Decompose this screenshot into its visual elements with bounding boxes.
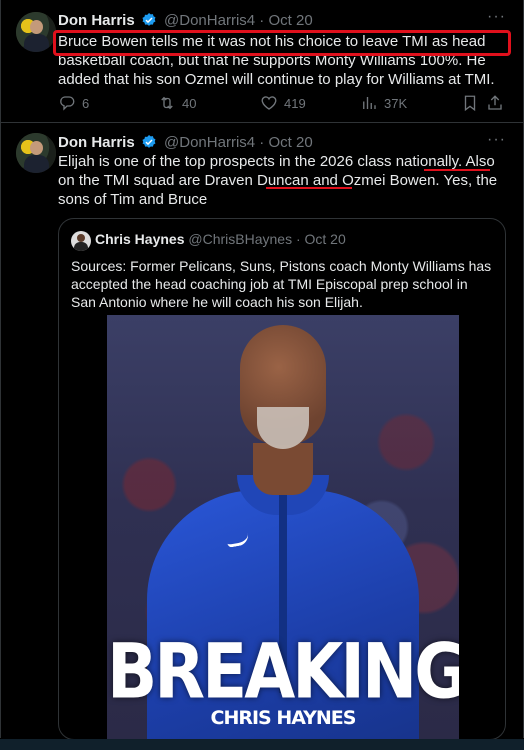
separator-dot: ·	[259, 134, 265, 151]
repost-count: 40	[182, 95, 197, 111]
author-handle[interactable]: @DonHarris4	[164, 134, 255, 151]
bottom-bar	[0, 739, 524, 750]
verified-badge-icon	[142, 135, 156, 148]
views-icon	[363, 97, 376, 109]
views-count: 37K	[384, 95, 408, 111]
tweet[interactable]: Don Harris @DonHarris4 · Oct 20 ··· Elij…	[0, 123, 524, 740]
more-icon[interactable]: ···	[487, 131, 506, 149]
avatar[interactable]	[16, 133, 56, 173]
quoted-author-name[interactable]: Chris Haynes	[95, 231, 184, 247]
quoted-header: Chris Haynes @ChrisBHaynes · Oct 20	[95, 231, 346, 247]
red-underline	[424, 169, 490, 171]
like-icon	[261, 96, 277, 110]
separator-dot: ·	[259, 12, 265, 29]
bookmark-icon	[464, 95, 476, 112]
tweet-actions: 6 40 419 37K	[58, 94, 508, 114]
repost-icon	[161, 96, 173, 110]
verified-badge-icon	[142, 13, 156, 26]
tweet-text: Elijah is one of the top prospects in th…	[58, 153, 498, 208]
reply-icon	[60, 96, 75, 111]
quoted-tweet-text: Sources: Former Pelicans, Suns, Pistons …	[71, 258, 492, 310]
reply-button[interactable]: 6	[58, 94, 89, 112]
red-highlight-box	[53, 30, 511, 56]
tweet-header: Don Harris @DonHarris4 · Oct 20	[58, 134, 313, 152]
tweet-date[interactable]: Oct 20	[268, 12, 312, 29]
quoted-avatar[interactable]	[71, 231, 91, 251]
tweet-date[interactable]: Oct 20	[268, 134, 312, 151]
quoted-tweet-date[interactable]: Oct 20	[305, 231, 346, 247]
red-underline	[266, 187, 352, 189]
quoted-tweet[interactable]: Chris Haynes @ChrisBHaynes · Oct 20 Sour…	[58, 218, 506, 740]
separator-dot: ·	[295, 231, 301, 247]
like-button[interactable]: 419	[260, 94, 306, 112]
quoted-tweet-image[interactable]: BREAKING CHRIS HAYNES	[107, 315, 459, 739]
views-button[interactable]: 37K	[360, 94, 407, 112]
repost-button[interactable]: 40	[158, 94, 196, 112]
avatar[interactable]	[16, 12, 56, 52]
share-button[interactable]	[486, 94, 504, 112]
author-name[interactable]: Don Harris	[58, 134, 135, 151]
tweet[interactable]: Don Harris @DonHarris4 · Oct 20 ··· Bruc…	[0, 0, 524, 123]
quoted-author-handle[interactable]: @ChrisBHaynes	[188, 231, 292, 247]
reply-count: 6	[82, 95, 90, 111]
author-name[interactable]: Don Harris	[58, 12, 135, 29]
image-headline: BREAKING	[107, 627, 459, 716]
image-byline: CHRIS HAYNES	[210, 707, 357, 729]
share-icon	[488, 95, 502, 110]
tweet-header: Don Harris @DonHarris4 · Oct 20	[58, 12, 313, 30]
author-handle[interactable]: @DonHarris4	[164, 12, 255, 29]
bookmark-button[interactable]	[461, 94, 479, 112]
like-count: 419	[284, 95, 306, 111]
more-icon[interactable]: ···	[487, 8, 506, 26]
